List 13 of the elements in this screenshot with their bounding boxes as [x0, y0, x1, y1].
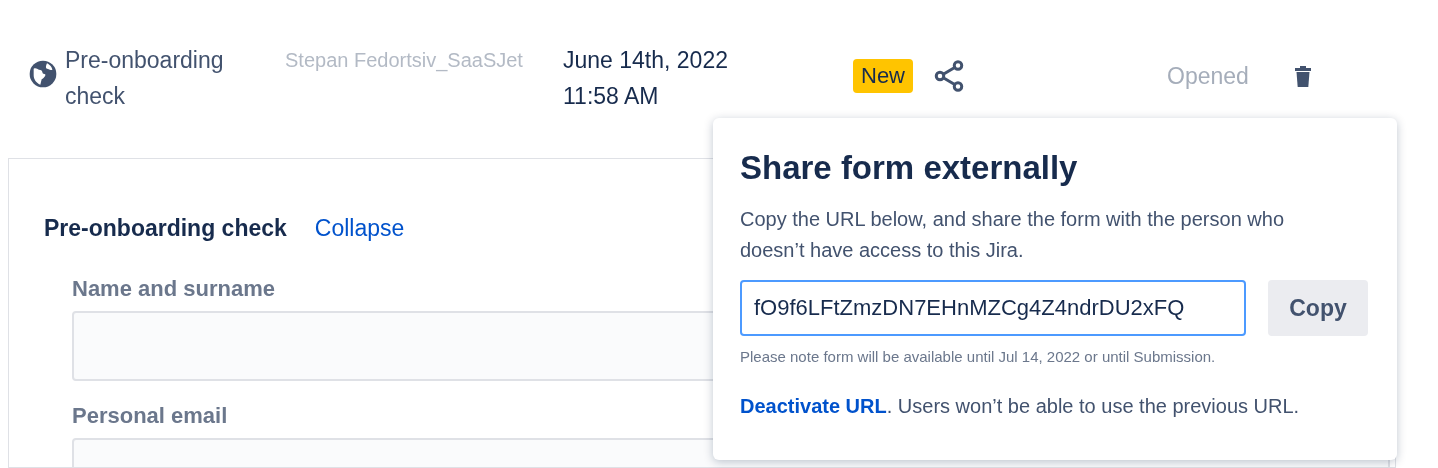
form-title: Pre-onboarding check	[65, 46, 225, 111]
availability-note: Please note form will be available until Jul 14, 2022 or until Submission.	[740, 347, 1217, 367]
deactivate-text: Deactivate URL. Users won’t be able to use the previous URL.	[740, 393, 1301, 419]
status-badge: New	[853, 59, 913, 93]
status-text: Opened	[1167, 62, 1250, 91]
user-name: Stepan Fedortsiv_SaaSJet	[285, 48, 524, 74]
section-title: Pre-onboarding check	[44, 214, 287, 243]
field-label: Name and surname	[72, 274, 275, 303]
date-text: June 14th, 2022	[563, 46, 729, 75]
field-label: Personal email	[72, 401, 228, 430]
popover-description: Copy the URL below, and share the form with the person who doesn’t have access to this Jira.	[740, 207, 1285, 263]
time-text: 11:58 AM	[563, 82, 660, 111]
popover-title: Share form externally	[740, 148, 1079, 188]
